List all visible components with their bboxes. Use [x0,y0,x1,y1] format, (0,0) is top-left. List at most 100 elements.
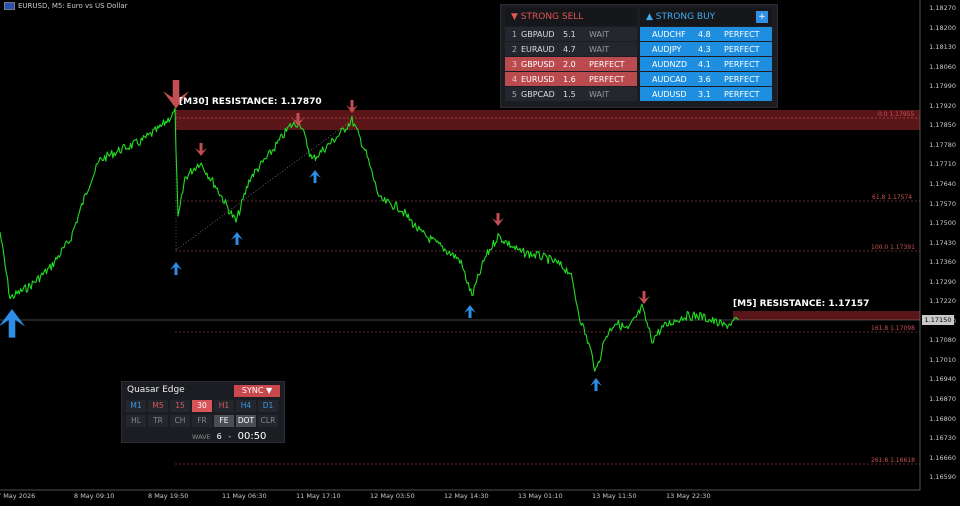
strong-sell-header[interactable]: ▼ STRONG SELL [505,8,637,26]
strong-sell-column: ▼ STRONG SELL 1 GBPAUD 5.1 WAIT 2 EURAUD 4.7 WA… [505,8,637,101]
time-axis-label: 12 May 14:30 [444,492,489,500]
toggle-button[interactable]: TR [148,415,168,427]
toggle-button[interactable]: FR [192,415,212,427]
buy-arrow-icon [464,305,476,318]
time-axis-label: 13 May 01:10 [518,492,563,500]
price-axis-label: 1.16590 [929,473,956,482]
buy-arrow-icon [590,378,602,391]
buy-arrow-icon [309,170,321,183]
timeframe-button[interactable]: 15 [170,400,190,412]
strong-buy-header[interactable]: ▲ STRONG BUY [640,8,772,26]
strong-sell-row[interactable]: 5 GBPCAD 1.5 WAIT [505,87,637,101]
strong-buy-row[interactable]: AUDCAD 3.6 PERFECT [640,72,772,86]
wave-row: WAVE 6 • 00:50 [192,431,266,442]
price-axis-label: 1.17710 [929,160,956,169]
price-axis-label: 1.16730 [929,434,956,443]
sell-status: WAIT [589,29,610,39]
buy-pair: AUDCAD [652,74,687,84]
time-axis-label: 8 May 19:50 [148,492,189,500]
window-title: EURUSD, M5: Euro vs US Dollar [4,2,128,10]
buy-arrow-icon [231,232,243,245]
add-button[interactable]: + [756,11,768,23]
time-axis-label: 12 May 03:50 [370,492,415,500]
timeframe-button[interactable]: M5 [148,400,168,412]
m30-resistance-label: [M30] RESISTANCE: 1.17870 [179,97,322,107]
timeframe-button[interactable]: D1 [258,400,278,412]
sell-score: 5.1 [563,29,576,39]
timeframe-button[interactable]: H1 [214,400,234,412]
sell-arrow-icon [195,143,207,156]
strong-buy-row[interactable]: AUDJPY 4.3 PERFECT [640,42,772,56]
sell-idx: 2 [511,44,517,54]
price-axis-label: 1.17920 [929,101,956,110]
price-axis-label: 1.18200 [929,23,956,32]
sell-pair: GBPAUD [521,29,555,39]
toggle-button[interactable]: DOT [236,415,256,427]
sell-pair: GBPUSD [521,59,555,69]
buy-status: PERFECT [724,74,760,84]
toggle-button[interactable]: FE [214,415,234,427]
strong-buy-row[interactable]: AUDCHF 4.8 PERFECT [640,27,772,41]
strong-sell-row[interactable]: 4 EURUSD 1.6 PERFECT [505,72,637,86]
buy-arrow-icon [170,262,182,275]
timeframe-button[interactable]: M1 [126,400,146,412]
buy-score: 4.1 [698,59,711,69]
fib-trend-line [175,119,353,251]
buy-arrow-icon [0,309,26,338]
timeframe-button[interactable]: 30 [192,400,212,412]
strong-buy-column: ▲ STRONG BUY + AUDCHF 4.8 PERFECT AUDJPY 4.3… [640,8,772,101]
fib-label-618: 61.8 1.17574 [872,194,913,201]
candle-timer: 00:50 [237,431,267,442]
timeframe-button[interactable]: H4 [236,400,256,412]
buy-pair: AUDJPY [652,44,682,54]
strong-buy-row[interactable]: AUDNZD 4.1 PERFECT [640,57,772,71]
sell-pair: EURAUD [521,44,555,54]
buy-status: PERFECT [724,89,760,99]
time-axis-label: 13 May 11:50 [592,492,637,500]
sell-score: 4.7 [563,44,576,54]
strong-sell-row[interactable]: 1 GBPAUD 5.1 WAIT [505,27,637,41]
buy-status: PERFECT [724,59,760,69]
sell-score: 1.6 [563,74,576,84]
current-price-tag: 1.17150 [922,315,954,325]
price-axis-label: 1.18270 [929,4,956,12]
sell-idx: 3 [511,59,517,69]
toggle-button[interactable]: CLR [258,415,278,427]
price-axis-label: 1.17080 [929,336,956,345]
time-axis-label: 13 May 22:30 [666,492,711,500]
price-axis-label: 1.17780 [929,140,956,149]
quasar-title: Quasar Edge [127,385,185,395]
buy-score: 4.3 [698,44,711,54]
sync-button[interactable]: SYNC ▼ [234,385,280,397]
price-axis-label: 1.16660 [929,453,956,462]
buy-score: 4.8 [698,29,711,39]
strong-sell-row[interactable]: 2 EURAUD 4.7 WAIT [505,42,637,56]
toggle-button[interactable]: HL [126,415,146,427]
m30-resistance-zone [175,110,920,130]
price-axis-label: 1.17220 [929,297,956,306]
sell-status: WAIT [589,44,610,54]
buy-pair: AUDCHF [652,29,686,39]
price-axis-label: 1.17850 [929,121,956,130]
strong-buy-row[interactable]: AUDUSD 3.1 PERFECT [640,87,772,101]
window-title-text: EURUSD, M5: Euro vs US Dollar [18,2,128,10]
wave-separator: • [227,432,232,441]
price-axis-label: 1.17290 [929,277,956,286]
m5-resistance-label: [M5] RESISTANCE: 1.17157 [733,299,870,309]
price-axis-label: 1.18060 [929,62,956,71]
sell-status: PERFECT [589,59,625,69]
price-axis-label: 1.17010 [929,355,956,364]
buy-pair: AUDNZD [652,59,688,69]
price-axis-label: 1.16870 [929,395,956,403]
toggle-button[interactable]: CH [170,415,190,427]
strong-sell-row[interactable]: 3 GBPUSD 2.0 PERFECT [505,57,637,71]
price-axis-label: 1.17990 [929,82,956,91]
price-axis-label: 1.17570 [929,199,956,208]
buy-status: PERFECT [724,29,760,39]
time-axis-label: 7 May 2026 [0,492,36,500]
sell-status: PERFECT [589,74,625,84]
fib-label-0: 0.0 1.17955 [878,111,915,118]
price-axis-label: 1.16800 [929,414,956,423]
sell-arrow-icon [638,291,650,304]
fib-label-100: 100.0 1.17391 [871,244,915,251]
